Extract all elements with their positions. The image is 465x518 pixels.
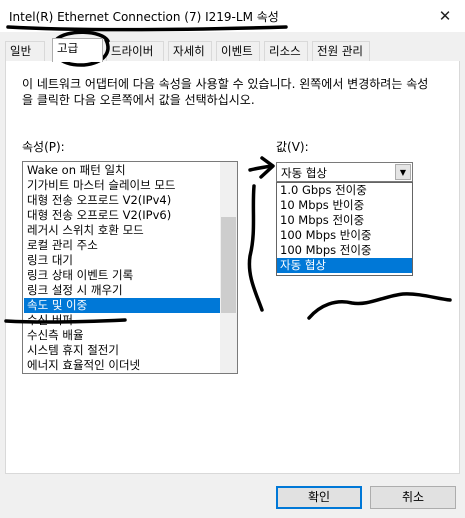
- property-item[interactable]: 수신 버퍼: [24, 313, 222, 328]
- property-item[interactable]: 대형 전송 오프로드 V2(IPv6): [24, 208, 222, 223]
- property-item-selected[interactable]: 속도 및 이중: [24, 298, 222, 313]
- tab-general[interactable]: 일반: [5, 41, 45, 61]
- value-label: 값(V):: [276, 140, 309, 154]
- value-option[interactable]: 1.0 Gbps 전이중: [277, 183, 412, 198]
- value-option[interactable]: 10 Mbps 반이중: [277, 198, 412, 213]
- tab-details[interactable]: 자세히: [168, 41, 212, 61]
- property-item[interactable]: 레거시 스위치 호환 모드: [24, 223, 222, 238]
- property-item[interactable]: 링크 대기: [24, 253, 222, 268]
- value-option[interactable]: 10 Mbps 전이중: [277, 213, 412, 228]
- title-bar: Intel(R) Ethernet Connection (7) I219-LM…: [0, 0, 465, 32]
- properties-dialog: Intel(R) Ethernet Connection (7) I219-LM…: [0, 0, 465, 518]
- property-item[interactable]: 시스템 휴지 절전기: [24, 343, 222, 358]
- value-option-selected[interactable]: 자동 협상: [277, 258, 412, 273]
- value-combobox[interactable]: 자동 협상 ▼: [276, 162, 413, 182]
- property-item[interactable]: 링크 상태 이벤트 기록: [24, 268, 222, 283]
- property-item[interactable]: 대형 전송 오프로드 V2(IPv4): [24, 193, 222, 208]
- cancel-button[interactable]: 취소: [370, 486, 456, 509]
- panel-description: 이 네트워크 어댑터에 다음 속성을 사용할 수 있습니다. 왼쪽에서 변경하려…: [22, 77, 429, 107]
- value-dropdown-list[interactable]: 1.0 Gbps 전이중 10 Mbps 반이중 10 Mbps 전이중 100…: [276, 182, 413, 276]
- tab-driver[interactable]: 드라이버: [106, 41, 164, 61]
- scrollbar-thumb[interactable]: [221, 217, 236, 313]
- property-item[interactable]: 에너지 효율적인 이더넷: [24, 358, 222, 373]
- chevron-down-icon[interactable]: ▼: [395, 164, 411, 180]
- property-item[interactable]: 기가비트 마스터 슬레이브 모드: [24, 178, 222, 193]
- tab-resources[interactable]: 리소스: [264, 41, 308, 61]
- tab-advanced[interactable]: 고급: [52, 38, 103, 62]
- value-combobox-text: 자동 협상: [281, 166, 327, 180]
- property-item[interactable]: 로컬 관리 주소: [24, 238, 222, 253]
- value-option[interactable]: 100 Mbps 전이중: [277, 243, 412, 258]
- tab-power-management[interactable]: 전원 관리: [312, 41, 370, 61]
- property-listbox[interactable]: Wake on 패턴 일치 기가비트 마스터 슬레이브 모드 대형 전송 오프로…: [22, 161, 238, 374]
- property-item[interactable]: 링크 설정 시 깨우기: [24, 283, 222, 298]
- window-title: Intel(R) Ethernet Connection (7) I219-LM…: [9, 10, 279, 24]
- property-list-scrollbar[interactable]: [220, 162, 237, 373]
- close-button[interactable]: ✕: [425, 0, 465, 32]
- property-item[interactable]: 수신측 배율: [24, 328, 222, 343]
- value-option[interactable]: 100 Mbps 반이중: [277, 228, 412, 243]
- tab-events[interactable]: 이벤트: [216, 41, 260, 61]
- ok-button[interactable]: 확인: [276, 486, 362, 509]
- property-label: 속성(P):: [22, 140, 65, 154]
- property-item[interactable]: Wake on 패턴 일치: [24, 163, 222, 178]
